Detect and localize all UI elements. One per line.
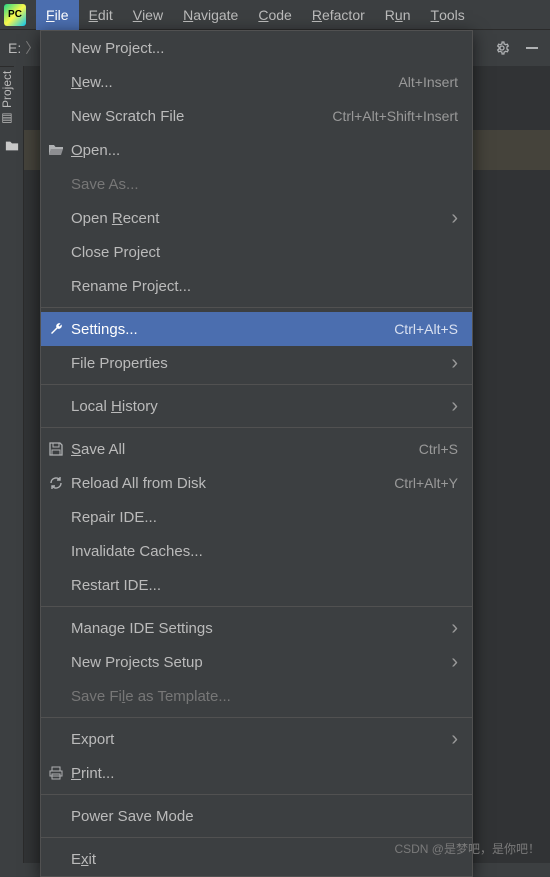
- menu-refactor[interactable]: Refactor: [302, 0, 375, 30]
- menu-item-label: Restart IDE...: [71, 577, 458, 594]
- chevron-right-icon: ›: [451, 207, 458, 230]
- menu-item-restart-ide[interactable]: Restart IDE...: [41, 568, 472, 602]
- menu-item-label: New Projects Setup: [71, 654, 458, 671]
- chevron-right-icon: ›: [451, 651, 458, 674]
- menu-tools[interactable]: Tools: [421, 0, 475, 30]
- menu-run[interactable]: Run: [375, 0, 421, 30]
- menu-item-repair-ide[interactable]: Repair IDE...: [41, 500, 472, 534]
- menu-item-save-all[interactable]: Save AllCtrl+S: [41, 432, 472, 466]
- menu-item-new-project[interactable]: New Project...: [41, 31, 472, 65]
- menu-item-label: Print...: [71, 765, 458, 782]
- menu-code[interactable]: Code: [248, 0, 301, 30]
- gear-icon[interactable]: [494, 40, 510, 56]
- menu-shortcut: Ctrl+S: [419, 441, 458, 457]
- folder-open-icon: [47, 141, 65, 159]
- menu-item-label: Open Recent: [71, 210, 458, 227]
- menu-view[interactable]: View: [123, 0, 173, 30]
- menu-item-label: Save As...: [71, 176, 458, 193]
- app-icon: PC: [4, 4, 26, 26]
- folder-icon[interactable]: [0, 134, 24, 158]
- menu-separator: [41, 794, 472, 795]
- menu-file[interactable]: File: [36, 0, 79, 30]
- chevron-right-icon: ›: [451, 617, 458, 640]
- reload-icon: [47, 474, 65, 492]
- menu-item-new-projects-setup[interactable]: New Projects Setup›: [41, 645, 472, 679]
- menu-navigate[interactable]: Navigate: [173, 0, 248, 30]
- menubar: PC FileEditViewNavigateCodeRefactorRunTo…: [0, 0, 550, 30]
- menu-item-label: Close Project: [71, 244, 458, 261]
- menu-item-rename-project[interactable]: Rename Project...: [41, 269, 472, 303]
- menu-shortcut: Ctrl+Alt+Y: [394, 475, 458, 491]
- menu-item-file-properties[interactable]: File Properties›: [41, 346, 472, 380]
- menu-item-manage-ide-settings[interactable]: Manage IDE Settings›: [41, 611, 472, 645]
- menu-separator: [41, 837, 472, 838]
- menu-item-label: File Properties: [71, 355, 458, 372]
- menu-item-reload-all-from-disk[interactable]: Reload All from DiskCtrl+Alt+Y: [41, 466, 472, 500]
- menu-item-print[interactable]: Print...: [41, 756, 472, 790]
- menu-item-export[interactable]: Export›: [41, 722, 472, 756]
- chevron-right-icon: ›: [451, 395, 458, 418]
- menu-item-label: Local History: [71, 398, 458, 415]
- watermark: CSDN @是梦吧，是你吧！: [394, 840, 540, 857]
- file-menu-dropdown: New Project...New...Alt+InsertNew Scratc…: [40, 30, 473, 877]
- menu-separator: [41, 384, 472, 385]
- menu-edit[interactable]: Edit: [79, 0, 123, 30]
- menu-separator: [41, 427, 472, 428]
- menu-item-open[interactable]: Open...: [41, 133, 472, 167]
- menu-item-label: Repair IDE...: [71, 509, 458, 526]
- menu-item-label: New...: [71, 74, 398, 91]
- menu-item-save-as: Save As...: [41, 167, 472, 201]
- chevron-right-icon: ›: [451, 352, 458, 375]
- menu-item-label: Reload All from Disk: [71, 475, 394, 492]
- menu-item-local-history[interactable]: Local History›: [41, 389, 472, 423]
- tool-window-stripe: ▤ Project: [0, 66, 24, 863]
- menu-item-label: Invalidate Caches...: [71, 543, 458, 560]
- menu-item-close-project[interactable]: Close Project: [41, 235, 472, 269]
- drive-label: E:: [8, 40, 21, 56]
- menu-item-label: Rename Project...: [71, 278, 458, 295]
- menu-item-label: Save All: [71, 441, 419, 458]
- menu-separator: [41, 307, 472, 308]
- menu-separator: [41, 606, 472, 607]
- menu-item-label: Open...: [71, 142, 458, 159]
- menu-item-label: Settings...: [71, 321, 394, 338]
- project-tool-button[interactable]: ▤ Project: [0, 66, 14, 130]
- menu-item-new-scratch-file[interactable]: New Scratch FileCtrl+Alt+Shift+Insert: [41, 99, 472, 133]
- chevron-right-icon: 〉: [25, 38, 39, 58]
- menu-item-label: Manage IDE Settings: [71, 620, 458, 637]
- menu-item-new[interactable]: New...Alt+Insert: [41, 65, 472, 99]
- menu-item-power-save-mode[interactable]: Power Save Mode: [41, 799, 472, 833]
- project-icon: ▤: [0, 112, 14, 126]
- menu-item-settings[interactable]: Settings...Ctrl+Alt+S: [41, 312, 472, 346]
- menu-item-label: New Project...: [71, 40, 458, 57]
- save-icon: [47, 440, 65, 458]
- menu-item-invalidate-caches[interactable]: Invalidate Caches...: [41, 534, 472, 568]
- menu-item-label: Save File as Template...: [71, 688, 458, 705]
- wrench-icon: [47, 320, 65, 338]
- menu-item-label: New Scratch File: [71, 108, 332, 125]
- menu-item-label: Export: [71, 731, 458, 748]
- menu-separator: [41, 717, 472, 718]
- menu-item-save-file-as-template: Save File as Template...: [41, 679, 472, 713]
- menu-shortcut: Ctrl+Alt+S: [394, 321, 458, 337]
- menu-shortcut: Ctrl+Alt+Shift+Insert: [332, 108, 458, 124]
- chevron-right-icon: ›: [451, 728, 458, 751]
- print-icon: [47, 764, 65, 782]
- menu-item-label: Power Save Mode: [71, 808, 458, 825]
- minimize-icon[interactable]: [524, 40, 540, 56]
- menu-shortcut: Alt+Insert: [398, 74, 458, 90]
- menu-item-open-recent[interactable]: Open Recent›: [41, 201, 472, 235]
